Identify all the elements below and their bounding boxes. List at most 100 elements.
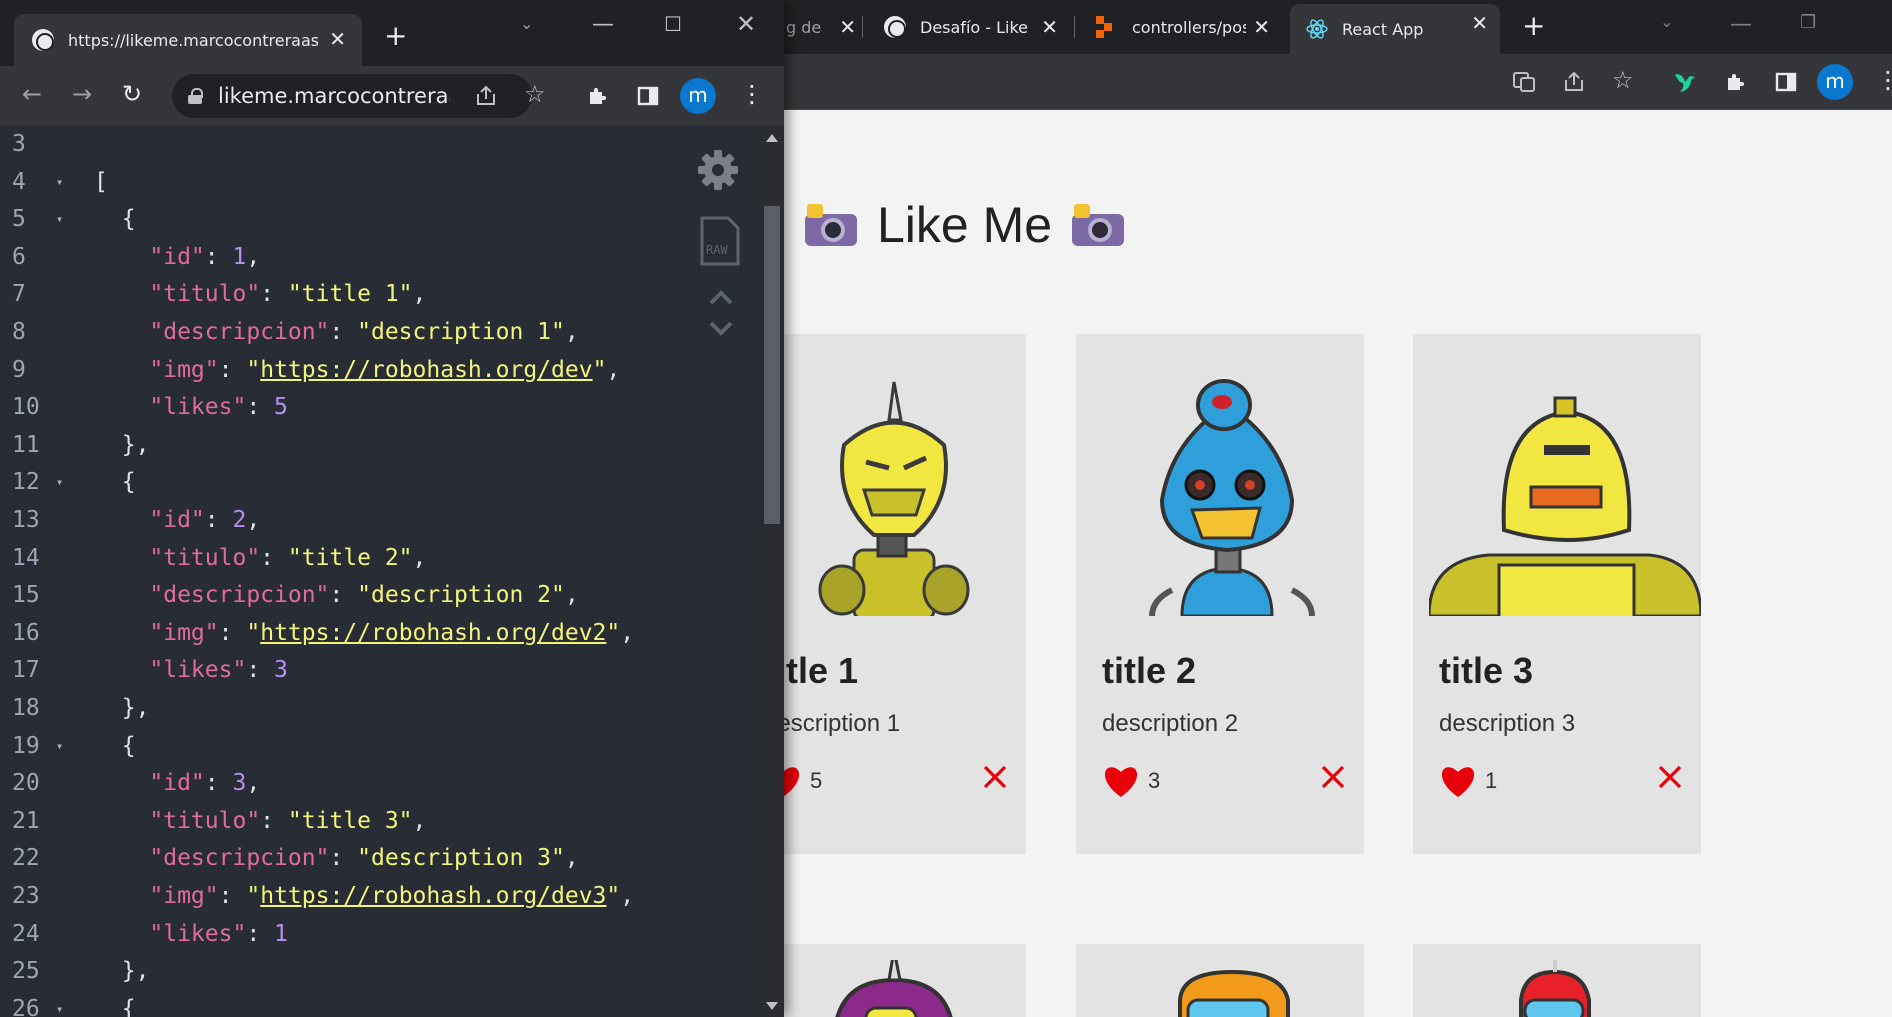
code-text: "img": "https://robohash.org/dev2",: [149, 619, 635, 646]
code-line: 26 ▾ {: [0, 991, 760, 1017]
maximize-icon[interactable]: ☐: [664, 12, 682, 36]
code-text: "titulo": "title 3",: [149, 807, 427, 834]
extensions-puzzle-icon[interactable]: [586, 84, 610, 112]
line-number: 20: [12, 770, 40, 797]
code-text: {: [121, 995, 136, 1017]
line-number: 23: [12, 883, 40, 909]
profile-avatar[interactable]: m: [1817, 64, 1853, 100]
settings-gear-icon[interactable]: [696, 148, 740, 198]
line-number: 19: [12, 732, 40, 759]
profile-avatar[interactable]: m: [680, 78, 716, 114]
bookmark-star-icon[interactable]: ☆: [524, 82, 546, 106]
code-line: 17 "likes": 3: [0, 652, 760, 690]
code-text: {: [121, 469, 136, 496]
share-icon[interactable]: [474, 84, 498, 113]
tab-close-icon[interactable]: ✕: [1253, 15, 1270, 39]
post-card: [1076, 944, 1364, 1017]
delete-x-icon[interactable]: [982, 764, 1008, 790]
code-line: 22 "descripcion": "description 3",: [0, 840, 760, 878]
tab-react-app[interactable]: React App ✕: [1290, 4, 1500, 54]
tab-search-icon[interactable]: ⌄: [520, 14, 533, 33]
line-number: 26: [12, 995, 40, 1017]
heart-icon[interactable]: [1102, 764, 1140, 798]
tab-close-icon[interactable]: ✕: [329, 27, 346, 51]
new-tab-button[interactable]: +: [384, 22, 407, 50]
post-card: [1413, 944, 1701, 1017]
fold-toggle-icon[interactable]: ▾: [56, 464, 63, 502]
close-window-icon[interactable]: ✕: [736, 10, 756, 38]
tab-close-icon[interactable]: ✕: [1471, 11, 1488, 35]
fold-toggle-icon[interactable]: ▾: [56, 201, 63, 239]
post-card: title 3 description 3 1: [1413, 334, 1701, 854]
extension-bird-icon[interactable]: [1672, 68, 1698, 98]
side-panel-icon[interactable]: [636, 84, 660, 112]
menu-kebab-icon[interactable]: ⋮: [740, 82, 764, 106]
tab-controllers[interactable]: controllers/posts ✕: [1080, 8, 1282, 46]
line-number: 16: [12, 619, 40, 646]
robot-image: [1429, 960, 1701, 1017]
code-line: 4 ▾ [: [0, 164, 760, 202]
raw-file-icon[interactable]: RAW: [700, 216, 740, 272]
side-panel-icon[interactable]: [1774, 70, 1798, 98]
heart-icon[interactable]: [1439, 764, 1477, 798]
line-number: 13: [12, 507, 40, 533]
code-line: 20 "id": 3,: [0, 765, 760, 803]
scroll-down-arrow-icon[interactable]: [766, 1002, 778, 1010]
code-text: "likes": 1: [149, 920, 288, 947]
menu-kebab-icon[interactable]: ⋮: [1876, 68, 1892, 92]
collapse-all-icon[interactable]: [708, 286, 734, 312]
address-bar[interactable]: likeme.marcocontreraas.replit.app/posts: [172, 74, 532, 118]
page-title: Like Me: [785, 190, 1144, 260]
delete-x-icon[interactable]: [1657, 764, 1683, 790]
tab-posts-json[interactable]: https://likeme.marcocontreraas.replit.ap…: [14, 14, 362, 66]
globe-icon: [32, 29, 54, 51]
code-line: 25 },: [0, 953, 760, 991]
tab-search-icon[interactable]: ⌄: [1660, 12, 1673, 31]
code-line: 9 "img": "https://robohash.org/dev",: [0, 352, 760, 390]
line-number: 11: [12, 431, 40, 458]
minimize-icon[interactable]: —: [592, 12, 614, 37]
vertical-scrollbar[interactable]: [760, 126, 784, 1017]
globe-icon: [884, 16, 906, 38]
camera-icon: [1072, 204, 1125, 246]
extensions-puzzle-icon[interactable]: [1724, 70, 1748, 98]
restore-icon[interactable]: ❐: [1800, 12, 1816, 33]
expand-all-icon[interactable]: [708, 318, 734, 344]
fold-toggle-icon[interactable]: ▾: [56, 991, 63, 1017]
lock-icon[interactable]: [188, 88, 203, 104]
like-control[interactable]: 1: [1439, 764, 1497, 798]
like-count: 1: [1485, 768, 1498, 793]
tab-close-icon[interactable]: ✕: [1041, 15, 1058, 39]
tab-close-icon[interactable]: ✕: [839, 15, 856, 39]
minimize-icon[interactable]: —: [1730, 12, 1752, 37]
tab-title: controllers/posts: [1132, 17, 1246, 37]
forward-arrow-icon[interactable]: →: [72, 82, 92, 106]
code-line: 19 ▾ {: [0, 728, 760, 766]
bookmark-star-icon[interactable]: ☆: [1612, 68, 1634, 92]
translate-icon[interactable]: [1512, 70, 1536, 98]
new-tab-button[interactable]: +: [1522, 12, 1545, 40]
tab-desafio[interactable]: Desafío - Like Me ✕: [868, 8, 1070, 46]
tab-separator: [1074, 16, 1075, 38]
line-number: 6: [12, 243, 26, 270]
fold-toggle-icon[interactable]: ▾: [56, 728, 63, 766]
line-number: 3: [12, 131, 26, 157]
robot-image: [1429, 350, 1701, 616]
code-line: 14 "titulo": "title 2",: [0, 540, 760, 578]
line-number: 18: [12, 695, 40, 721]
json-popup-window: https://likeme.marcocontreraas.replit.ap…: [0, 0, 784, 1017]
share-icon[interactable]: [1562, 70, 1586, 98]
scroll-up-arrow-icon[interactable]: [766, 134, 778, 142]
code-text: },: [121, 695, 150, 721]
fold-toggle-icon[interactable]: ▾: [56, 164, 63, 202]
code-text: "likes": 5: [149, 394, 288, 421]
delete-x-icon[interactable]: [1320, 764, 1346, 790]
line-number: 10: [12, 394, 40, 421]
code-text: },: [121, 431, 150, 458]
reload-icon[interactable]: ↻: [122, 82, 142, 106]
code-text: "img": "https://robohash.org/dev3",: [149, 883, 635, 909]
code-line: 18 },: [0, 690, 760, 728]
back-arrow-icon[interactable]: ←: [22, 82, 42, 106]
scrollbar-thumb[interactable]: [764, 206, 780, 524]
like-control[interactable]: 3: [1102, 764, 1160, 798]
